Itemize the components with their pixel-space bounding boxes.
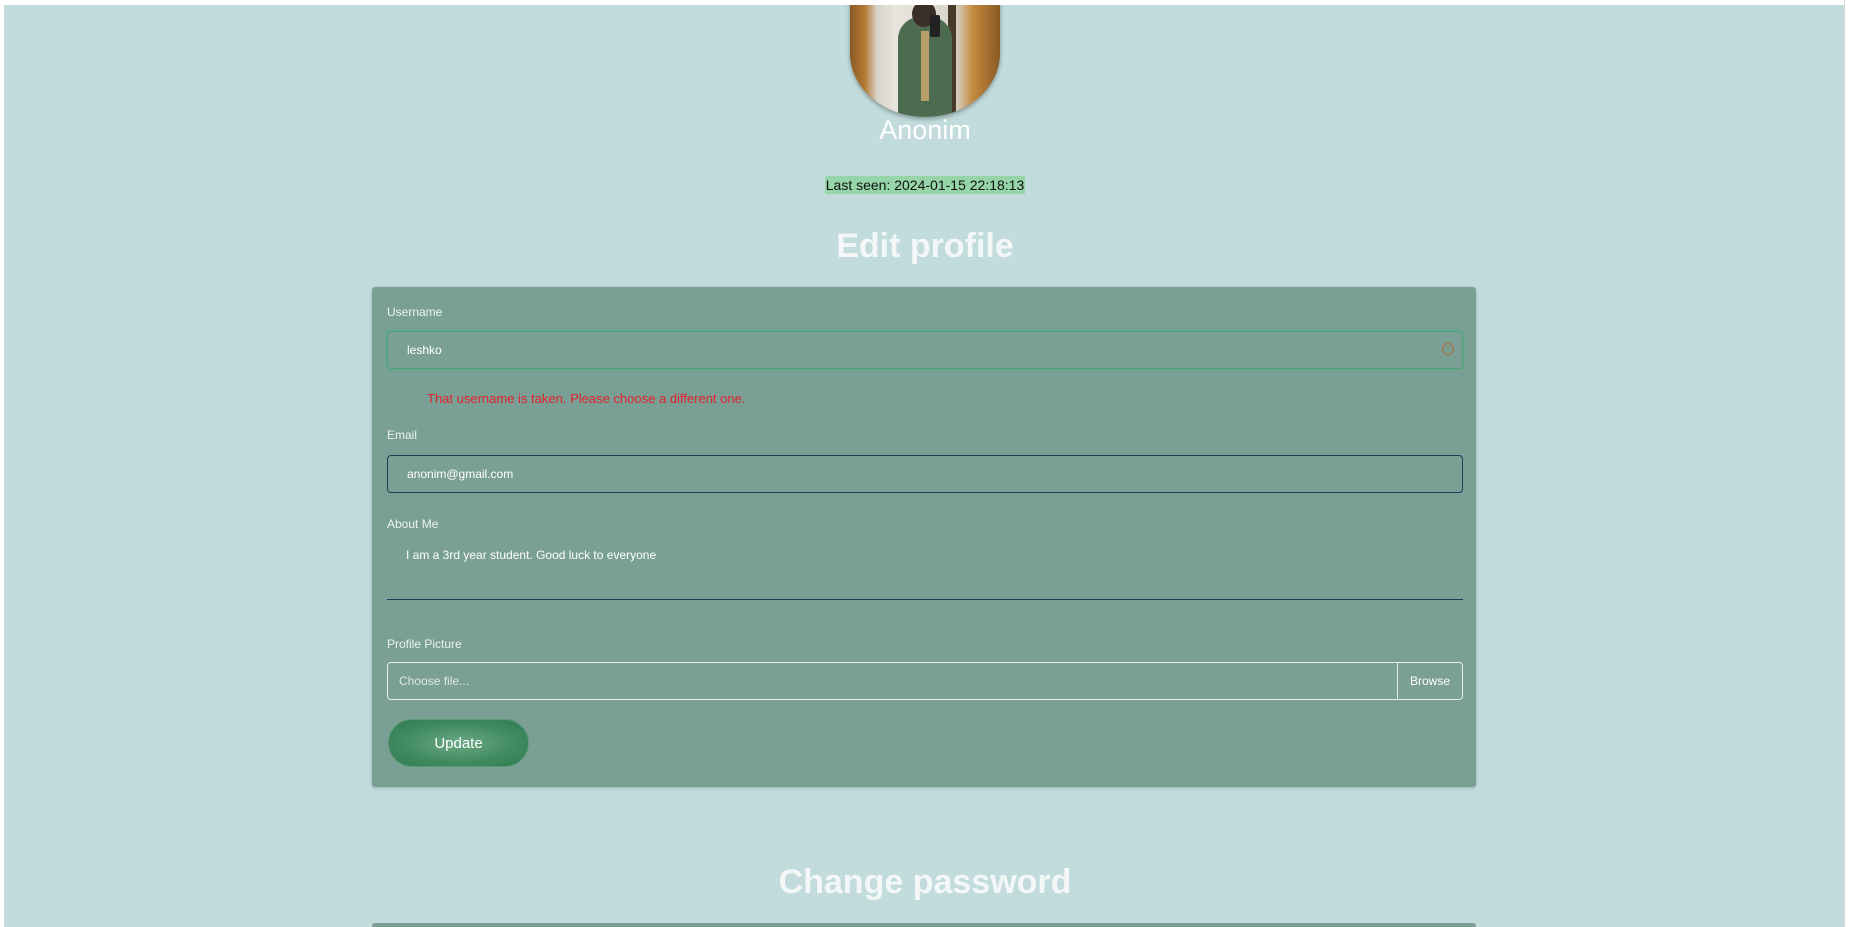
validation-icon: ◦ <box>1442 343 1454 355</box>
change-password-form <box>372 923 1476 927</box>
profile-picture-label: Profile Picture <box>387 637 462 651</box>
email-value: anonim@gmail.com <box>407 467 514 481</box>
email-label: Email <box>387 428 418 442</box>
username-value: leshko <box>407 343 442 357</box>
last-seen: Last seen: 2024-01-15 22:18:13 <box>4 176 1846 195</box>
file-placeholder: Choose file... <box>399 674 470 688</box>
profile-name: Anonim <box>879 115 971 145</box>
avatar-tie <box>921 31 929 101</box>
avatar-phone <box>930 15 940 37</box>
edit-profile-form: Username leshko ◦ That username is taken… <box>372 287 1476 787</box>
avatar <box>850 5 1000 117</box>
email-input[interactable]: anonim@gmail.com <box>387 455 1463 493</box>
profile-picture-input[interactable]: Choose file... Browse <box>387 662 1463 700</box>
username-input[interactable]: leshko ◦ <box>387 331 1463 369</box>
about-label: About Me <box>387 517 439 531</box>
scrollbar[interactable] <box>1844 0 1850 927</box>
last-seen-text: Last seen: 2024-01-15 22:18:13 <box>824 176 1026 194</box>
browse-button[interactable]: Browse <box>1397 663 1462 699</box>
username-error: That username is taken. Please choose a … <box>427 391 746 406</box>
page-background: Anonim Last seen: 2024-01-15 22:18:13 Ed… <box>4 5 1846 927</box>
about-value: I am a 3rd year student. Good luck to ev… <box>406 548 657 562</box>
change-password-title: Change password <box>778 863 1072 901</box>
edit-profile-title: Edit profile <box>836 227 1014 265</box>
username-label: Username <box>387 305 443 319</box>
about-textarea[interactable]: I am a 3rd year student. Good luck to ev… <box>387 542 1463 600</box>
update-button[interactable]: Update <box>388 719 529 767</box>
